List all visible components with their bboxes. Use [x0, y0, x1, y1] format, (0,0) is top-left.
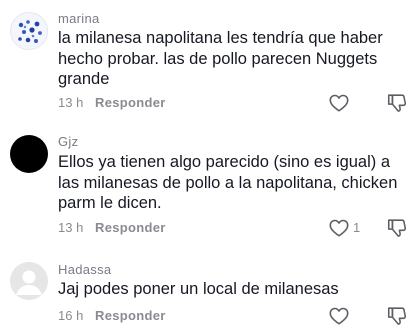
avatar[interactable]: [10, 12, 48, 50]
comment-item: Gjz Ellos ya tienen algo parecido (sino …: [0, 120, 420, 250]
thumbs-down-outline-icon[interactable]: [386, 305, 408, 327]
reply-button[interactable]: Responder: [95, 308, 166, 323]
reply-button[interactable]: Responder: [95, 95, 166, 110]
comment-actions: 1: [328, 217, 413, 239]
comment-meta: 13 h Responder: [58, 220, 166, 235]
comment-meta: 13 h Responder: [58, 95, 166, 110]
comment-text: la milanesa napolitana les tendría que h…: [58, 29, 383, 88]
heart-outline-icon[interactable]: [328, 217, 350, 239]
reply-button[interactable]: Responder: [95, 220, 166, 235]
comment-text: Ellos ya tienen algo parecido (sino es i…: [58, 153, 398, 212]
thumbs-down-outline-icon[interactable]: [386, 92, 408, 114]
comment-username[interactable]: marina: [58, 11, 100, 26]
comment-item: marina la milanesa napolitana les tendrí…: [0, 0, 420, 120]
comment-meta: 16 h Responder: [58, 308, 166, 323]
avatar[interactable]: [10, 135, 48, 173]
comment-item: Hadassa Jaj podes poner un local de mila…: [0, 250, 420, 331]
comment-username[interactable]: Gjz: [58, 134, 78, 149]
comment-timestamp: 16 h: [58, 308, 84, 323]
avatar[interactable]: [10, 262, 48, 300]
comment-text: Jaj podes poner un local de milanesas: [58, 280, 339, 298]
comment-actions: [328, 92, 413, 114]
comment-timestamp: 13 h: [58, 95, 84, 110]
like-count: 1: [353, 220, 361, 235]
heart-outline-icon[interactable]: [328, 92, 350, 114]
heart-outline-icon[interactable]: [328, 305, 350, 327]
comment-timestamp: 13 h: [58, 220, 84, 235]
default-avatar-icon: [10, 262, 48, 300]
thumbs-down-outline-icon[interactable]: [386, 217, 408, 239]
comment-username[interactable]: Hadassa: [58, 262, 111, 277]
avatar-image: [11, 13, 47, 49]
comment-actions: [328, 305, 413, 327]
